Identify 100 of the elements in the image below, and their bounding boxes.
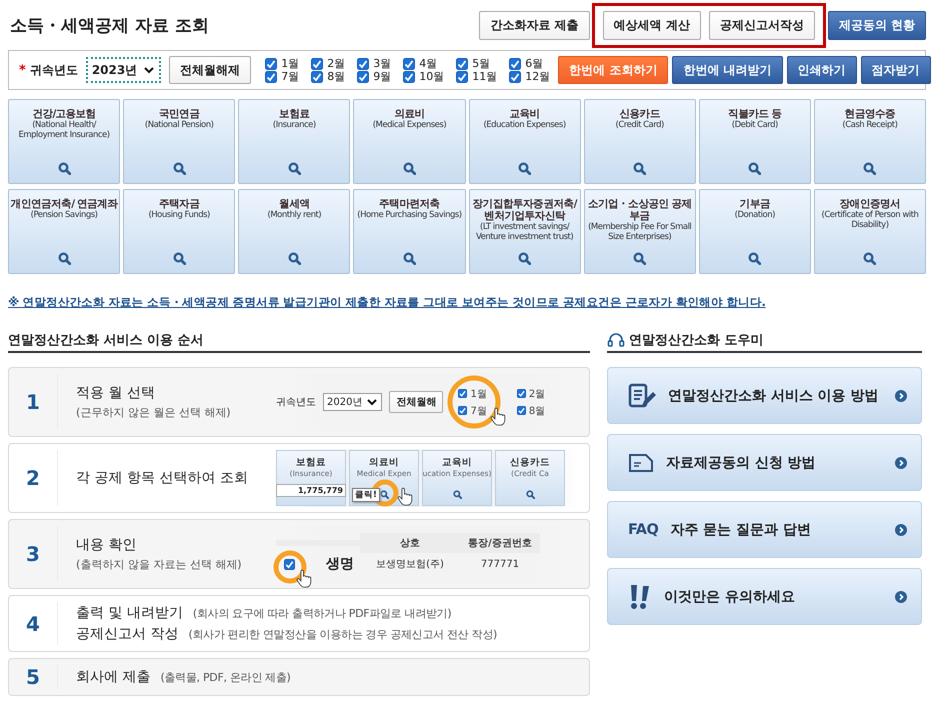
category-tile[interactable]: 교육비 (Education Expenses)	[468, 99, 581, 184]
category-tile[interactable]: 현금영수증 (Cash Receipt)	[814, 99, 926, 184]
category-tile[interactable]: 직불카드 등 (Debit Card)	[698, 99, 811, 184]
category-tile[interactable]: 기부금 (Donation)	[698, 189, 811, 274]
month-label: 7월	[470, 404, 487, 418]
notice-link[interactable]: ※ 연말정산간소화 자료는 소득 · 세액공제 증명서류 발급기관이 제출한 자료를 그대로 보여주는 것이므로 공제요건은 근로자가 확인해야 합니다.	[8, 295, 766, 309]
category-title: 현금영수증	[844, 108, 896, 120]
checkbox[interactable]	[311, 70, 324, 82]
month-label: 3월	[373, 57, 392, 70]
search-icon	[58, 252, 71, 265]
category-title: 국민연금	[158, 108, 200, 120]
step-number: 5	[9, 665, 58, 689]
month-label: 5월	[472, 57, 490, 70]
checkbox[interactable]	[509, 70, 522, 82]
category-tile[interactable]: 주택마련저축 (Home Purchasing Savings)	[353, 189, 466, 274]
month-label: 2월	[327, 57, 346, 70]
month-label: 10월	[419, 70, 444, 83]
helper-button[interactable]: FAQ 자주 묻는 질문과 답변	[607, 501, 922, 558]
category-subtitle: (LT investment savings/ Venture investment trust)	[474, 222, 574, 242]
checkbox[interactable]	[357, 58, 370, 70]
category-tile[interactable]: 장기집합투자증권저축/ 벤처기업투자신탁 (LT investment savings/ Venture investment trust)	[468, 189, 581, 274]
checkbox[interactable]	[403, 70, 416, 82]
top-button[interactable]: 간소화자료 제출	[479, 10, 590, 40]
checkbox[interactable]	[456, 58, 468, 70]
checkbox[interactable]	[311, 58, 324, 70]
clear-months-button[interactable]: 전체월해	[389, 391, 444, 413]
category-tile[interactable]: 주택자금 (Housing Funds)	[123, 189, 236, 274]
year-select[interactable]: 2023년	[86, 57, 162, 83]
category-subtitle: (National Pension)	[144, 120, 214, 130]
search-icon	[518, 252, 532, 265]
step-note: (근무하지 않은 월은 선택 해제)	[76, 405, 232, 420]
search-icon	[402, 252, 416, 265]
table-cell-text: 보생명보험(주)	[375, 558, 445, 572]
top-button[interactable]: 공제신고서작성	[708, 10, 815, 40]
magnified-text: 생명	[325, 555, 355, 573]
step-note: (출력물, PDF, 온라인 제출)	[160, 670, 291, 685]
category-title: 장애인증명서	[840, 198, 900, 210]
checkbox[interactable]	[265, 58, 278, 70]
search-icon	[58, 162, 71, 175]
amount-field: 1,775,779	[276, 484, 346, 497]
top-button[interactable]: 제공동의 현황	[828, 10, 926, 40]
table-cell-text: 777771	[480, 558, 520, 572]
step-number: 3	[9, 526, 58, 582]
checkbox[interactable]	[357, 70, 370, 82]
category-tile[interactable]: 건강/고용보험 (National Health/ Employment Insurance)	[8, 99, 120, 184]
category-title: 보험료	[279, 108, 310, 120]
category-tile[interactable]: 신용카드 (Credit Card)	[584, 99, 696, 184]
checkbox[interactable]	[403, 58, 416, 70]
month-label: 2월	[528, 388, 546, 400]
checkbox[interactable]	[265, 70, 278, 82]
helper-button[interactable]: 자료제공동의 신청 방법	[607, 434, 922, 491]
category-tile[interactable]: 소기업・소상공인 공제부금 (Membership Fee For Small Size Enterprises)	[584, 189, 696, 274]
search-icon	[526, 490, 534, 499]
step-title: 출력 및 내려받기	[76, 604, 183, 622]
category-title: 건강/고용보험	[32, 108, 96, 120]
page-title: 소득・세액공제 자료 조회	[10, 14, 209, 36]
search-icon	[172, 252, 186, 265]
helper-button[interactable]: 연말정산간소화 서비스 이용 방법	[607, 367, 922, 424]
checkbox[interactable]	[458, 406, 468, 415]
step-title: 내용 확인	[76, 536, 138, 554]
checkbox[interactable]	[456, 70, 468, 82]
category-title: 의료비	[369, 456, 399, 469]
arrow-circle-icon	[895, 456, 907, 468]
category-subtitle: (Membership Fee For Small Size Enterprises)	[587, 222, 692, 242]
category-title: 직불카드 등	[728, 108, 782, 120]
category-tile[interactable]: 월세액 (Monthly rent)	[238, 189, 350, 274]
action-button[interactable]: 점자받기	[860, 56, 931, 84]
arrow-circle-icon	[895, 590, 907, 602]
category-title: 교육비	[442, 456, 472, 469]
section-title: 연말정산간소화 도우미	[629, 332, 764, 349]
checkbox[interactable]	[516, 406, 526, 415]
search-icon	[863, 162, 876, 175]
caret-icon	[366, 397, 378, 407]
category-subtitle: (Home Purchasing Savings)	[357, 210, 462, 220]
checkbox[interactable]	[284, 558, 295, 570]
checkbox[interactable]	[516, 389, 526, 398]
arrow-circle-icon	[895, 390, 907, 402]
checkbox[interactable]	[458, 389, 468, 398]
caret-icon	[143, 65, 156, 75]
column-header: 상호	[360, 533, 460, 553]
category-tile[interactable]: 장애인증명서 (Certificate of Person with Disability)	[814, 189, 926, 274]
helper-button[interactable]: 이것만은 유의하세요	[607, 568, 922, 625]
category-tile[interactable]: 의료비 (Medical Expenses)	[353, 99, 466, 184]
checkbox[interactable]	[509, 58, 522, 70]
top-button[interactable]: 예상세액 계산	[602, 10, 701, 40]
step-title: 각 공제 항목 선택하여 조회	[76, 469, 249, 487]
required-mark: *	[19, 62, 26, 78]
search-icon	[288, 252, 301, 265]
category-tile[interactable]: 개인연금저축/ 연금계좌 (Pension Savings)	[8, 189, 120, 274]
step-note: (회사의 요구에 따라 출력하거나 PDF파일로 내려받기)	[192, 606, 452, 621]
search-icon	[452, 490, 462, 499]
magnifier-ring	[446, 374, 502, 430]
category-subtitle: (Pension Savings)	[30, 210, 98, 220]
action-button[interactable]: 한번에 내려받기	[672, 56, 783, 84]
document-icon	[628, 452, 654, 472]
category-tile[interactable]: 보험료 (Insurance)	[238, 99, 350, 184]
month-label: 12월	[525, 70, 550, 83]
clear-months-button[interactable]: 전체월해제	[169, 56, 252, 84]
category-tile[interactable]: 국민연금 (National Pension)	[123, 99, 236, 184]
action-button[interactable]: 인쇄하기	[786, 56, 857, 84]
